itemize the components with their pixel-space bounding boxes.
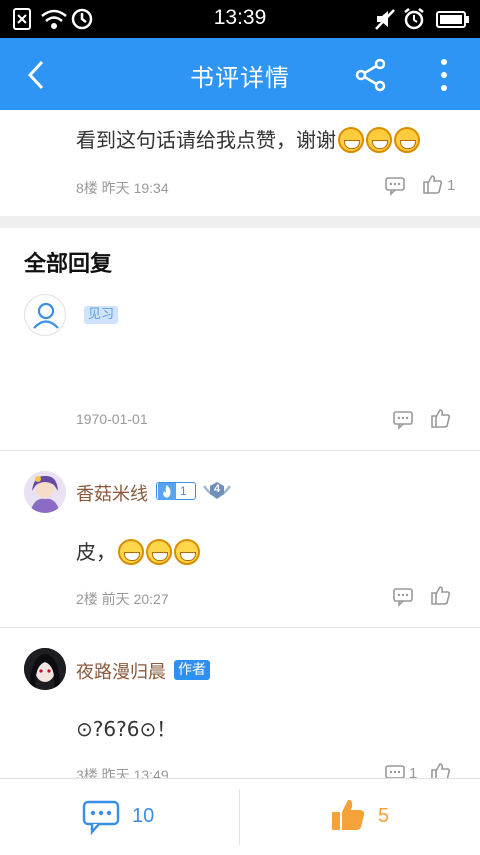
top-comment: 看到这句话请给我点赞，谢谢 8楼 昨天 19:34 1 [0, 110, 480, 216]
more-vertical-icon[interactable] [432, 56, 456, 94]
fan-level-badge: 1 [156, 482, 196, 500]
flame-icon [158, 483, 176, 500]
username[interactable]: 夜路漫归晨 [76, 658, 166, 684]
reply-meta: 2楼 前天 20:27 [76, 591, 169, 607]
reply-meta: 1970-01-01 [76, 411, 148, 427]
level-badge: 见习 [84, 306, 119, 324]
page-title: 书评详情 [190, 64, 290, 92]
grin-emoji-icon [366, 127, 392, 153]
reply-divider [0, 627, 480, 628]
reply-divider [0, 450, 480, 451]
comment-icon[interactable] [392, 408, 414, 430]
reply-text: 皮， [76, 540, 116, 564]
avatar-image [24, 471, 66, 513]
comment-count: 10 [132, 805, 155, 827]
reply-text: ⊙?6?6⊙！ [76, 717, 177, 741]
rank-badge: 4 [202, 480, 232, 502]
share-icon[interactable] [354, 58, 388, 92]
avatar-image [24, 648, 66, 690]
like-count: 5 [378, 805, 390, 827]
comment-meta: 8楼 昨天 19:34 [76, 180, 169, 196]
avatar[interactable] [24, 294, 66, 336]
username[interactable]: 香菇米线 [76, 480, 148, 506]
like-count: 1 [447, 177, 456, 194]
laugh-cry-emoji-icon [174, 539, 200, 565]
grin-emoji-icon [338, 127, 364, 153]
comment-text-row: 看到这句话请给我点赞，谢谢 [76, 124, 420, 153]
thumbs-up-icon[interactable] [430, 584, 452, 606]
battery-icon [436, 11, 469, 28]
comment-icon[interactable] [392, 585, 414, 607]
like-button[interactable]: 5 [240, 779, 480, 855]
thumbs-up-icon[interactable] [422, 173, 444, 195]
laugh-cry-emoji-icon [146, 539, 172, 565]
reply-text-row: 皮， [76, 536, 200, 565]
rank-number: 4 [214, 483, 221, 495]
avatar[interactable] [24, 471, 66, 513]
grin-emoji-icon [394, 127, 420, 153]
comment-bubble-icon [82, 800, 120, 835]
user-placeholder-icon [33, 302, 59, 329]
mute-icon [375, 9, 395, 30]
status-bar: 13:39 [0, 0, 480, 38]
comment-icon[interactable] [384, 174, 406, 196]
replies-heading: 全部回复 [24, 252, 113, 277]
avatar[interactable] [24, 648, 66, 690]
thumbs-up-icon[interactable] [430, 407, 452, 429]
laugh-cry-emoji-icon [118, 539, 144, 565]
bottom-action-bar: 10 5 [0, 778, 480, 854]
author-badge: 作者 [174, 660, 210, 680]
fan-level-number: 1 [180, 484, 187, 498]
comment-text: 看到这句话请给我点赞，谢谢 [76, 128, 336, 152]
title-bar: 书评详情 [0, 38, 480, 110]
thumbs-up-filled-icon [332, 799, 365, 830]
comments-button[interactable]: 10 [0, 779, 239, 855]
alarm-icon [404, 8, 424, 30]
section-divider [0, 216, 480, 228]
